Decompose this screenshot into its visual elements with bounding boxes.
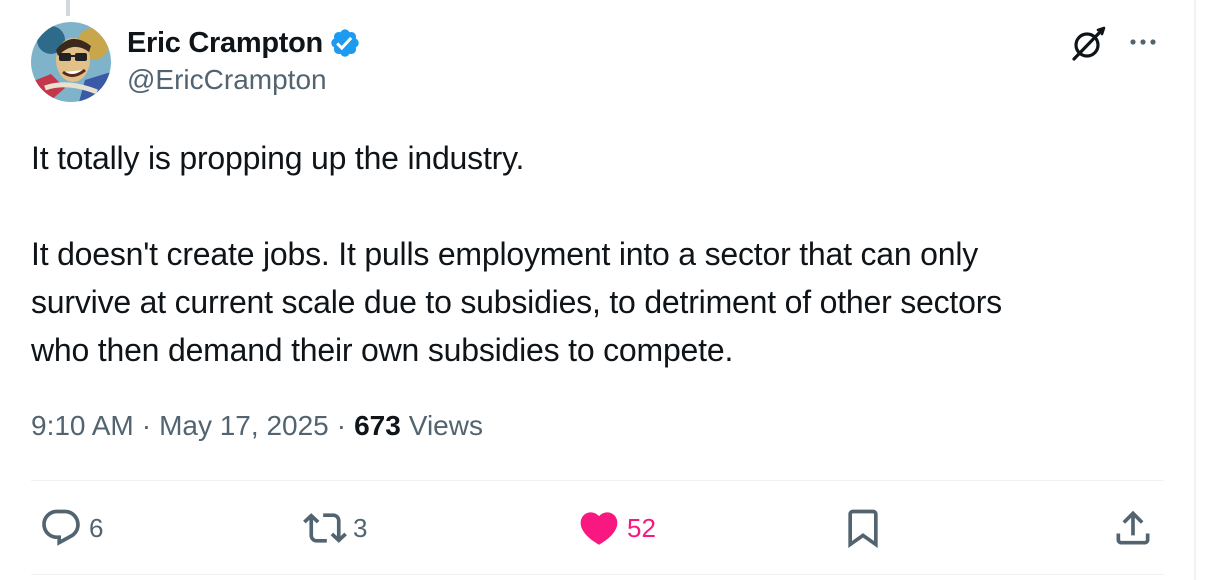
- retweet-icon: [303, 513, 347, 543]
- avatar[interactable]: [31, 22, 111, 102]
- more-options-button[interactable]: [1124, 30, 1164, 54]
- share-button[interactable]: [1111, 500, 1155, 556]
- tweet-line-2: survive at current scale due to subsidie…: [31, 284, 1002, 320]
- like-count: 52: [627, 512, 656, 543]
- grok-icon: [1072, 26, 1106, 61]
- verified-badge-icon: [331, 29, 359, 57]
- retweet-button[interactable]: 3: [303, 500, 367, 556]
- views-label[interactable]: Views: [409, 410, 483, 442]
- reply-button[interactable]: 6: [39, 500, 103, 556]
- author-handle[interactable]: @EricCrampton: [127, 64, 327, 96]
- display-name[interactable]: Eric Crampton: [127, 27, 323, 60]
- meta-separator: ·: [336, 410, 347, 441]
- reply-count: 6: [89, 512, 104, 543]
- heart-icon: [580, 512, 618, 545]
- action-bar: 6 3 52: [31, 500, 1164, 556]
- thread-connector-line: [66, 0, 70, 16]
- more-icon: [1130, 39, 1156, 45]
- tweet-meta: 9:10 AM · May 17, 2025 · 673 Views: [31, 405, 483, 447]
- grok-button[interactable]: [1068, 24, 1108, 64]
- author-name-row[interactable]: Eric Crampton: [127, 24, 361, 62]
- retweet-count: 3: [353, 512, 368, 543]
- divider-top: [31, 480, 1164, 481]
- like-button[interactable]: 52: [577, 500, 656, 556]
- tweet-detail: Eric Crampton @EricCrampton It totally i…: [0, 0, 1208, 580]
- tweet-text: It totally is propping up the industry. …: [31, 134, 1161, 374]
- share-icon: [1116, 510, 1150, 545]
- bookmark-button[interactable]: [841, 500, 885, 556]
- column-border: [1194, 0, 1196, 580]
- divider-bottom: [31, 574, 1164, 575]
- bookmark-icon: [848, 509, 878, 549]
- views-count[interactable]: 673: [354, 410, 401, 442]
- tweet-paragraph-1: It totally is propping up the industry.: [31, 140, 525, 176]
- meta-separator: ·: [141, 410, 152, 441]
- tweet-time[interactable]: 9:10 AM: [31, 410, 134, 442]
- tweet-line-3: who then demand their own subsidies to c…: [31, 332, 734, 368]
- reply-icon: [42, 509, 80, 546]
- tweet-date[interactable]: May 17, 2025: [159, 410, 329, 442]
- tweet-line-1: It doesn't create jobs. It pulls employm…: [31, 236, 979, 272]
